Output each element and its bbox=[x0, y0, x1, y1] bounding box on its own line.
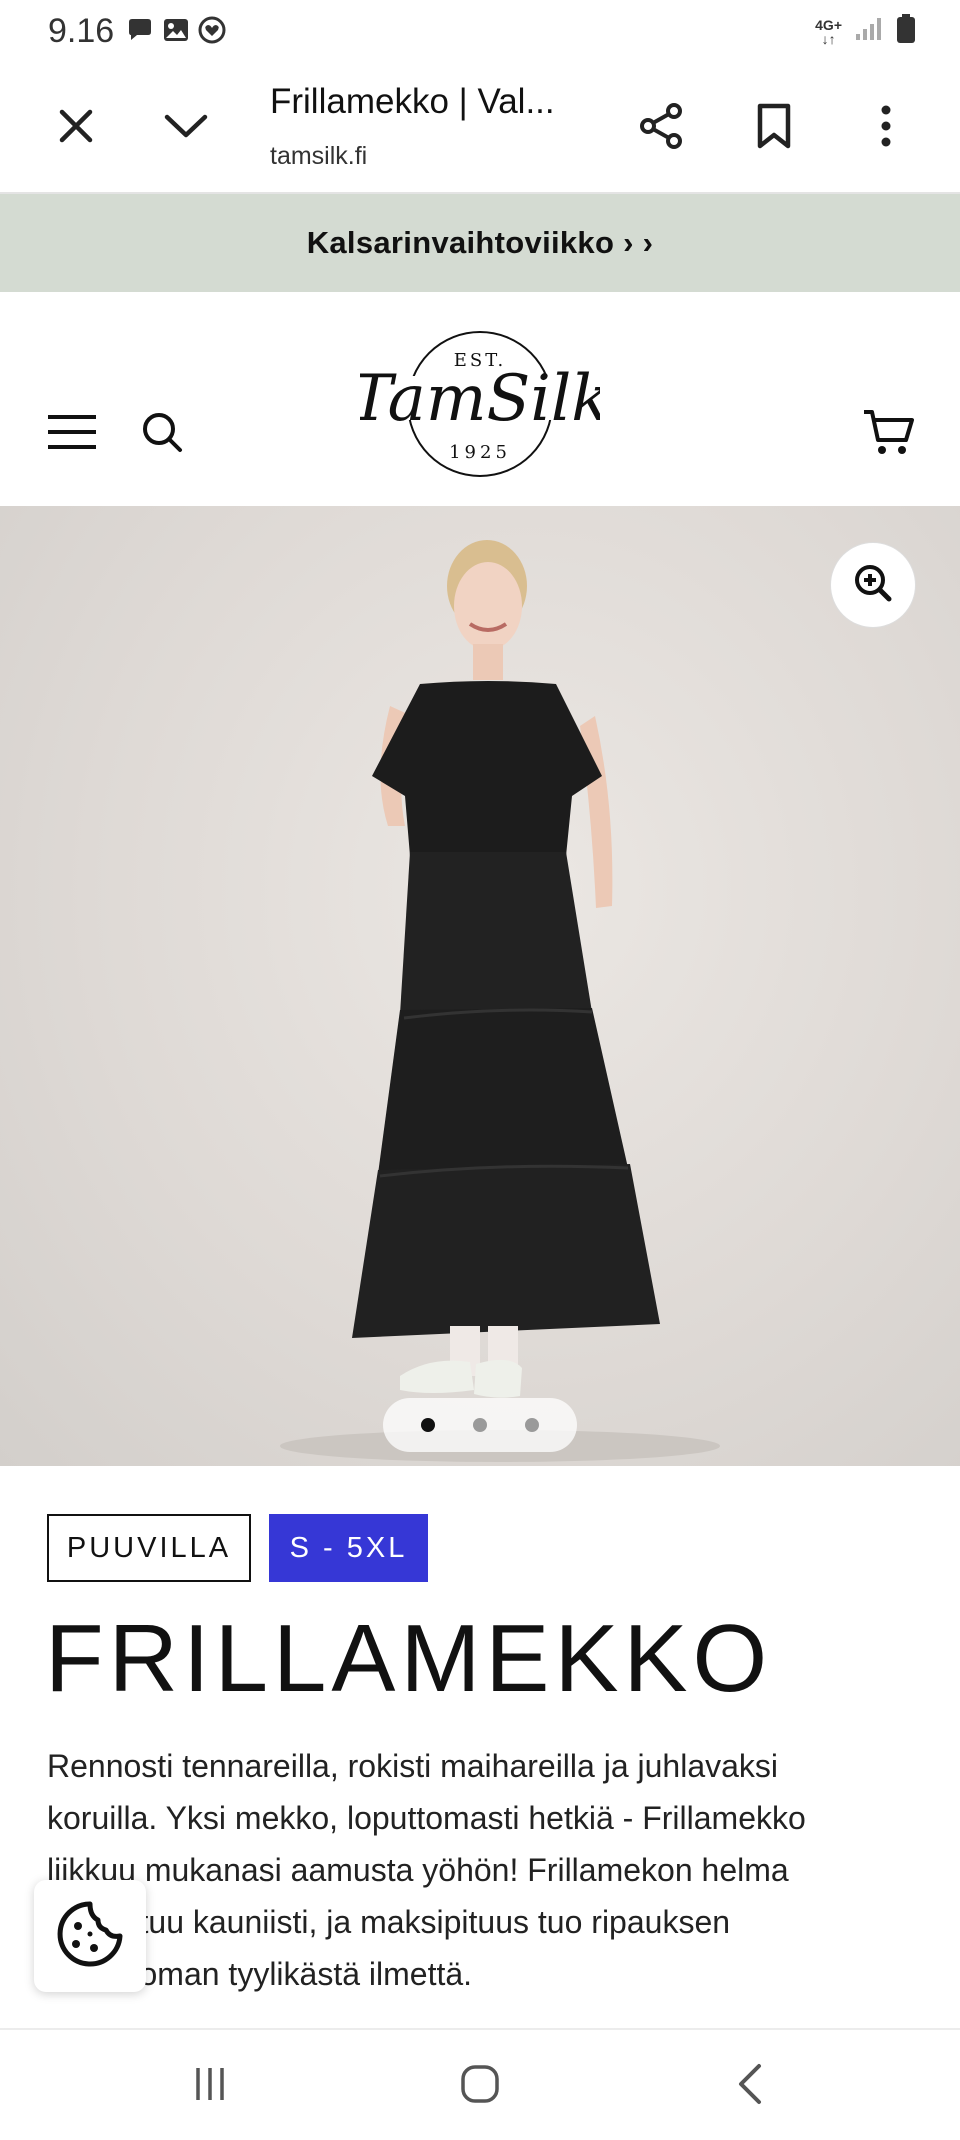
logo-year: 1925 bbox=[449, 442, 511, 463]
menu-icon bbox=[46, 413, 98, 456]
cart-button[interactable] bbox=[860, 406, 916, 462]
promo-banner: Kalsarinvaihtoviikko › › bbox=[0, 194, 960, 292]
more-vertical-icon bbox=[879, 104, 893, 153]
page-url[interactable]: tamsilk.fi bbox=[270, 142, 367, 171]
zoom-button[interactable] bbox=[830, 542, 916, 628]
bookmark-button[interactable] bbox=[748, 102, 800, 154]
site-header: EST. TamSilk 1925 bbox=[0, 292, 960, 506]
status-bar: 9.16 4G+ ↓↑ bbox=[0, 0, 960, 62]
more-options-button[interactable] bbox=[860, 102, 912, 154]
notification-icons bbox=[126, 16, 226, 44]
share-button[interactable] bbox=[636, 102, 688, 154]
search-icon bbox=[140, 410, 184, 459]
product-description: Rennosti tennareilla, rokisti maihareill… bbox=[47, 1740, 907, 2000]
home-button[interactable] bbox=[450, 2060, 510, 2112]
logo-brand: TamSilk bbox=[360, 362, 600, 436]
carousel-dots bbox=[383, 1398, 577, 1452]
material-badge: PUUVILLA bbox=[47, 1514, 251, 1582]
bookmark-icon bbox=[754, 102, 794, 155]
carousel-dot-3[interactable] bbox=[525, 1418, 539, 1432]
promo-link[interactable]: Kalsarinvaihtoviikko › › bbox=[307, 225, 654, 261]
description-line: Rennosti tennareilla, rokisti maihareill… bbox=[47, 1748, 779, 1784]
system-status: 4G+ ↓↑ bbox=[815, 14, 916, 49]
back-icon bbox=[735, 2063, 765, 2110]
status-time: 9.16 bbox=[48, 12, 115, 50]
product-title: FRILLAMEKKO bbox=[45, 1605, 773, 1712]
chevron-down-icon bbox=[163, 111, 209, 146]
minimize-button[interactable] bbox=[160, 102, 212, 154]
description-line: koruilla. Yksi mekko, loputtomasti hetki… bbox=[47, 1800, 806, 1836]
browser-toolbar: Frillamekko | Val... tamsilk.fi bbox=[0, 62, 960, 194]
description-line: vaivattoman tyylikästä ilmettä. bbox=[47, 1956, 473, 1992]
share-icon bbox=[638, 102, 686, 155]
recent-apps-icon bbox=[190, 2064, 230, 2109]
battery-icon bbox=[896, 14, 916, 49]
search-button[interactable] bbox=[134, 406, 190, 462]
network-label: 4G+ ↓↑ bbox=[815, 16, 842, 47]
recent-apps-button[interactable] bbox=[180, 2060, 240, 2112]
carousel-dot-2[interactable] bbox=[473, 1418, 487, 1432]
android-navigation-bar bbox=[0, 2028, 960, 2140]
zoom-in-icon bbox=[853, 563, 893, 608]
brand-logo[interactable]: EST. TamSilk 1925 bbox=[350, 328, 610, 480]
home-icon bbox=[460, 2064, 500, 2109]
cookie-icon bbox=[54, 1898, 126, 1975]
page-title[interactable]: Frillamekko | Val... bbox=[270, 82, 555, 122]
description-line: liikkuu mukanasi aamusta yöhön! Frillame… bbox=[47, 1852, 789, 1888]
cookie-settings-button[interactable] bbox=[34, 1880, 146, 1992]
image-icon bbox=[162, 16, 190, 44]
product-photo bbox=[280, 540, 720, 1462]
cart-icon bbox=[862, 408, 914, 461]
product-gallery[interactable] bbox=[0, 506, 960, 1466]
close-icon bbox=[56, 106, 96, 151]
menu-button[interactable] bbox=[44, 406, 100, 462]
size-range-badge: S - 5XL bbox=[269, 1514, 428, 1582]
description-line: laskeutuu kauniisti, ja maksipituus tuo … bbox=[47, 1904, 731, 1940]
chat-bubble-icon bbox=[126, 16, 154, 44]
heart-badge-icon bbox=[198, 16, 226, 44]
signal-icon bbox=[854, 16, 884, 47]
back-button[interactable] bbox=[720, 2060, 780, 2112]
carousel-dot-1[interactable] bbox=[421, 1418, 435, 1432]
close-tab-button[interactable] bbox=[50, 102, 102, 154]
